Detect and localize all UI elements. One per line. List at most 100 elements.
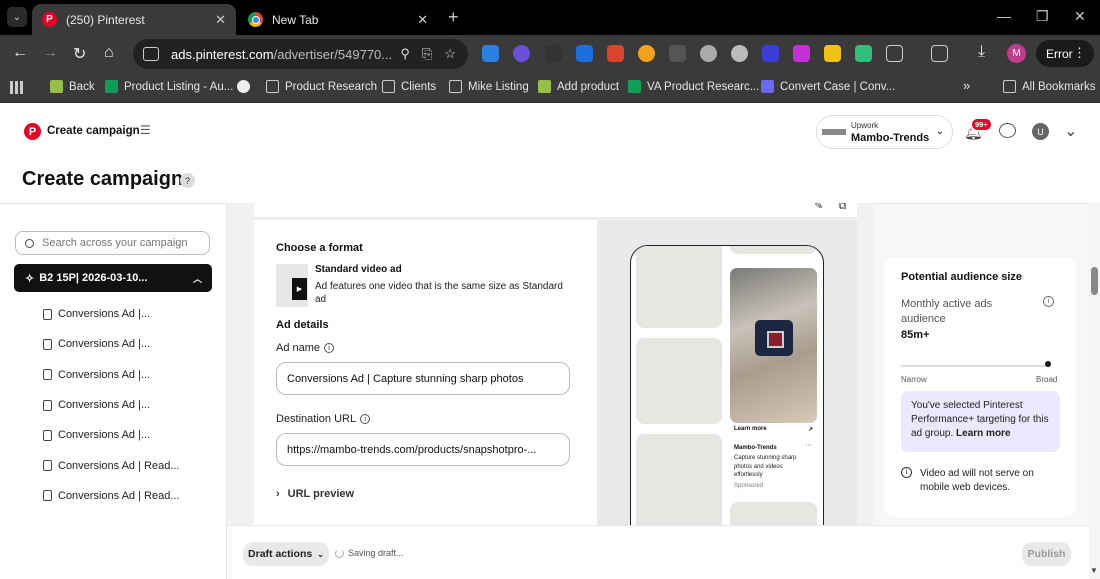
error-label: Error xyxy=(1046,46,1073,61)
sheets-icon xyxy=(105,80,118,93)
bookmark-back[interactable]: Back xyxy=(50,80,95,93)
all-bookmarks[interactable]: All Bookmarks xyxy=(1003,80,1096,93)
tab-search-icon[interactable]: ⌄ xyxy=(7,7,27,27)
extension-download-icon[interactable] xyxy=(482,45,499,62)
edit-icon[interactable]: ✎ xyxy=(814,203,823,212)
extension-blue-icon[interactable] xyxy=(762,45,779,62)
address-bar[interactable]: ads.pinterest.com/advertiser/549770... ⚲… xyxy=(133,39,468,69)
bookmark-clients[interactable]: Clients xyxy=(382,80,436,93)
info-icon[interactable]: i xyxy=(324,343,335,353)
format-thumbnail[interactable]: ▶ xyxy=(276,264,308,307)
zoom-search-icon[interactable]: ⚲ xyxy=(400,46,410,62)
extension-globe-icon[interactable] xyxy=(700,45,717,62)
profile-avatar[interactable]: M xyxy=(1007,44,1026,63)
ad-list-item[interactable]: Conversions Ad |... xyxy=(43,329,179,359)
downloads-icon[interactable]: ⤓ xyxy=(978,43,985,61)
account-menu-chevron-icon[interactable]: ⌄ xyxy=(1064,121,1077,141)
placeholder-pin xyxy=(730,502,817,525)
ad-name-input[interactable] xyxy=(276,362,570,395)
forward-arrow-icon[interactable]: → xyxy=(42,44,58,62)
close-tab-icon[interactable]: ✕ xyxy=(215,12,226,28)
extension-moon-icon[interactable] xyxy=(638,45,655,62)
site-info-icon[interactable] xyxy=(143,47,159,61)
scroll-down-arrow-icon[interactable]: ▼ xyxy=(1090,566,1098,575)
tab-pinterest[interactable]: P (250) Pinterest ✕ xyxy=(32,4,236,35)
duplicate-icon[interactable]: ⧉ xyxy=(839,203,847,212)
home-icon[interactable]: ⌂ xyxy=(104,44,114,62)
ad-name-label: Ad name i xyxy=(276,342,335,354)
ad-name: Conversions Ad |... xyxy=(58,338,151,351)
ad-list-item[interactable]: Conversions Ad |... xyxy=(43,390,179,420)
tab-title: New Tab xyxy=(272,12,319,27)
campaign-search[interactable] xyxy=(15,231,210,255)
account-switcher[interactable]: Upwork Mambo-Trends ⌄ xyxy=(816,115,953,149)
ad-list-item[interactable]: Conversions Ad | Read... xyxy=(43,450,179,480)
bookmark-product-research[interactable]: Product Research xyxy=(266,80,377,93)
bookmark-add-product[interactable]: Add product xyxy=(538,80,619,93)
destination-url-input[interactable] xyxy=(276,433,570,466)
hamburger-menu-icon[interactable]: ☰ xyxy=(140,123,151,137)
learn-more-link[interactable]: Learn more xyxy=(956,428,1010,439)
ad-list-item[interactable]: Conversions Ad |... xyxy=(43,360,179,390)
publish-button[interactable]: Publish xyxy=(1022,542,1071,566)
chevron-up-icon[interactable]: ︿ xyxy=(193,272,202,285)
chevron-right-icon: › xyxy=(276,488,280,500)
campaign-name: B2 15P| 2026-03-10... xyxy=(39,272,148,284)
footer-actions: Draft actions ⌄ Saving draft... Publish xyxy=(227,525,1089,579)
bookmark-convert-case[interactable]: Convert Case | Conv... xyxy=(761,80,895,93)
campaign-sidebar: ✧ B2 15P| 2026-03-10... ︿ Conversions Ad… xyxy=(0,203,227,579)
ad-list-item[interactable]: Conversions Ad |... xyxy=(43,420,179,450)
extension-yellow-icon[interactable] xyxy=(824,45,841,62)
extension-cart-icon[interactable] xyxy=(669,45,686,62)
user-avatar[interactable]: U xyxy=(1032,123,1049,140)
minimize-icon[interactable]: — xyxy=(997,8,1011,24)
info-icon[interactable]: i xyxy=(1043,296,1054,307)
info-icon: i xyxy=(901,467,912,478)
reload-icon[interactable]: ↻ xyxy=(73,44,86,64)
search-input[interactable] xyxy=(42,237,202,249)
pinterest-logo-icon[interactable]: P xyxy=(24,123,41,140)
window-close-icon[interactable]: ✕ xyxy=(1074,8,1086,25)
url-preview-toggle[interactable]: › URL preview xyxy=(276,488,354,500)
messages-icon[interactable] xyxy=(999,123,1016,138)
extension-shop-icon[interactable] xyxy=(576,45,593,62)
bookmarks-overflow-icon[interactable]: » xyxy=(963,78,970,93)
info-icon[interactable]: i xyxy=(360,414,371,424)
convertcase-icon xyxy=(761,80,774,93)
ad-device-icon xyxy=(43,399,52,411)
bookmark-product-listing[interactable]: Product Listing - Au... xyxy=(105,80,233,93)
destination-url-label: Destination URL i xyxy=(276,413,371,425)
ad-list-item[interactable]: Conversions Ad |... xyxy=(43,299,179,329)
scrollbar-thumb[interactable] xyxy=(1091,267,1098,295)
bookmark-mike-listing[interactable]: Mike Listing xyxy=(449,80,529,93)
chevron-down-icon: ⌄ xyxy=(317,549,324,559)
extension-green-icon[interactable] xyxy=(855,45,872,62)
close-tab-icon[interactable]: ✕ xyxy=(417,12,428,28)
screenshot-icon[interactable] xyxy=(931,45,948,62)
audience-slider-indicator xyxy=(1045,361,1051,367)
chrome-favicon-icon xyxy=(248,12,263,27)
scrollbar-track[interactable] xyxy=(1089,203,1100,579)
ad-list-item[interactable]: Conversions Ad | Read... xyxy=(43,481,179,511)
extension-gray-icon[interactable] xyxy=(731,45,748,62)
apps-grid-icon[interactable] xyxy=(10,81,23,94)
bookmark-globe[interactable] xyxy=(237,80,256,93)
install-app-icon[interactable]: ⎘ xyxy=(422,46,432,62)
extensions-puzzle-icon[interactable] xyxy=(886,45,903,62)
extension-circle-icon[interactable] xyxy=(513,45,530,62)
restore-icon[interactable]: ❐ xyxy=(1036,8,1049,25)
draft-actions-button[interactable]: Draft actions ⌄ xyxy=(243,542,329,566)
error-menu-button[interactable]: Error ⋮ xyxy=(1036,40,1094,67)
bookmark-va-product-research[interactable]: VA Product Researc... xyxy=(628,80,759,93)
back-arrow-icon[interactable]: ← xyxy=(12,44,28,62)
extension-gift-icon[interactable] xyxy=(607,45,624,62)
extension-amazon-icon[interactable] xyxy=(545,45,562,62)
extension-pink-download-icon[interactable] xyxy=(793,45,810,62)
campaign-item[interactable]: ✧ B2 15P| 2026-03-10... ︿ xyxy=(14,264,212,292)
new-tab-plus-icon[interactable]: + xyxy=(448,7,459,28)
bookmark-label: Convert Case | Conv... xyxy=(780,80,896,93)
bookmark-star-icon[interactable]: ☆ xyxy=(444,46,456,62)
camera-product-image xyxy=(755,320,793,356)
tab-new-tab[interactable]: New Tab ✕ xyxy=(238,4,438,35)
help-icon[interactable]: ? xyxy=(180,173,195,188)
